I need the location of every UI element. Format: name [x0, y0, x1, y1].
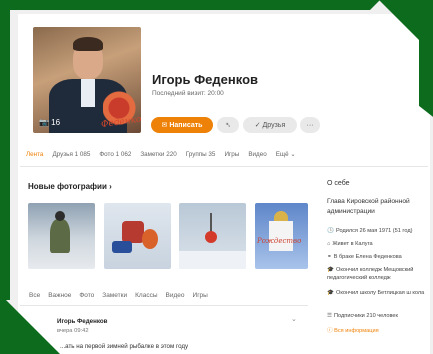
green-frame-left — [0, 0, 10, 300]
about-college: 🎓 Окончил колледж Мещовский педагогически… — [327, 266, 427, 282]
avatar-hair — [73, 37, 103, 51]
thumb-person-head — [55, 211, 65, 221]
avatar[interactable]: Феденков 📷 16 — [33, 27, 141, 133]
tab-groups[interactable]: Группы 35 — [186, 151, 216, 158]
about-city-text[interactable]: Живет в Калуга — [332, 241, 372, 247]
clock-icon: 🕒 — [327, 228, 334, 234]
photo-thumb-ice-fishing[interactable] — [179, 203, 246, 269]
friends-button[interactable]: ✓ Друзья — [243, 117, 297, 133]
thumb-object — [142, 229, 158, 249]
about-spouse-text[interactable]: В браке Елена Феденкова — [334, 254, 402, 260]
tab-notes[interactable]: Заметки 220 — [140, 151, 176, 158]
all-info-link[interactable]: ⓘ Вся информация — [327, 326, 379, 334]
rings-icon: ⚭ — [327, 254, 332, 260]
thumb-object — [112, 241, 132, 253]
feed-tabs: Все Важное Фото Заметки Классы Видео Игр… — [29, 292, 208, 299]
thumb-person — [50, 219, 70, 253]
about-birth: 🕒 Родился 26 мая 1971 (51 год) — [327, 227, 427, 235]
about-title: О себе — [327, 180, 350, 187]
new-photos-title[interactable]: Новые фотографии › — [28, 182, 112, 191]
write-message-button[interactable]: ✉ Написать — [151, 117, 213, 133]
avatar-photo-count: 📷 16 — [39, 118, 61, 127]
feed-tab-games[interactable]: Игры — [193, 292, 208, 299]
chevron-down-icon[interactable]: ⌄ — [291, 315, 297, 323]
about-school-text[interactable]: Окончил школу Бетлицкая ш кола — [336, 290, 424, 296]
about-position: Глава Кировской районной администрации — [327, 198, 410, 215]
page: Феденков 📷 16 Игорь Феденков Последний в… — [0, 0, 433, 354]
profile-name: Игорь Феденков — [152, 72, 258, 87]
about-school: 🎓 Окончил школу Бетлицкая ш кола — [327, 289, 427, 297]
green-frame-top — [0, 0, 380, 10]
graduation-icon: 🎓 — [327, 267, 334, 273]
post-text: ...ать на первой зимней рыбалке в этом г… — [60, 343, 189, 350]
thumb-bobber — [205, 231, 217, 243]
about-followers-text[interactable]: Подписчики 210 человек — [334, 313, 398, 319]
about-city: ⌂ Живет в Калуга — [327, 240, 427, 248]
feed-tab-photo[interactable]: Фото — [79, 292, 94, 299]
tab-games[interactable]: Игры — [224, 151, 239, 158]
feed-tab-important[interactable]: Важное — [48, 292, 71, 299]
green-frame-right — [419, 0, 433, 120]
profile-tabs: Лента Друзья 1 085 Фото 1 062 Заметки 22… — [26, 151, 296, 158]
photo-thumb-fishing-man[interactable] — [28, 203, 95, 269]
tab-friends[interactable]: Друзья 1 085 — [52, 151, 90, 158]
feed-tab-classes[interactable]: Классы — [135, 292, 157, 299]
green-frame-corner-left — [0, 294, 60, 354]
tabs-divider — [20, 166, 428, 167]
photo-thumb-gear[interactable] — [104, 203, 171, 269]
feed-divider — [20, 305, 308, 306]
about-birth-text: Родился 26 мая 1971 (51 год) — [335, 228, 413, 234]
feed-tab-notes[interactable]: Заметки — [102, 292, 127, 299]
about-followers: ☰ Подписчики 210 человек — [327, 312, 427, 320]
thumb-object — [122, 221, 144, 243]
more-actions-button[interactable]: ··· — [300, 117, 320, 133]
post-time: вчера 09:42 — [57, 328, 89, 334]
graduation-icon: 🎓 — [327, 290, 334, 296]
about-college-text[interactable]: Окончил колледж Мещовский педагогический… — [327, 267, 413, 281]
thumb-snow — [179, 251, 246, 269]
photo-thumb-christmas[interactable]: Рождество — [255, 203, 308, 269]
avatar-shirt — [81, 79, 95, 107]
feed-tab-video[interactable]: Видео — [166, 292, 185, 299]
subscribe-icon-button[interactable]: ➴ — [217, 117, 239, 133]
list-icon: ☰ — [327, 313, 333, 319]
tab-more[interactable]: Ещё ⌄ — [276, 151, 296, 158]
about-spouse: ⚭ В браке Елена Феденкова — [327, 253, 427, 261]
thumb-caption: Рождество — [257, 237, 302, 245]
post-author[interactable]: Игорь Феденков — [57, 318, 107, 325]
tab-video[interactable]: Видео — [248, 151, 266, 158]
home-icon: ⌂ — [327, 241, 331, 247]
tab-photos[interactable]: Фото 1 062 — [99, 151, 131, 158]
tab-feed[interactable]: Лента — [26, 151, 43, 158]
last-visit: Последний визит: 20:00 — [152, 90, 224, 97]
thumb-church — [269, 221, 293, 251]
feed-tab-all[interactable]: Все — [29, 292, 40, 299]
